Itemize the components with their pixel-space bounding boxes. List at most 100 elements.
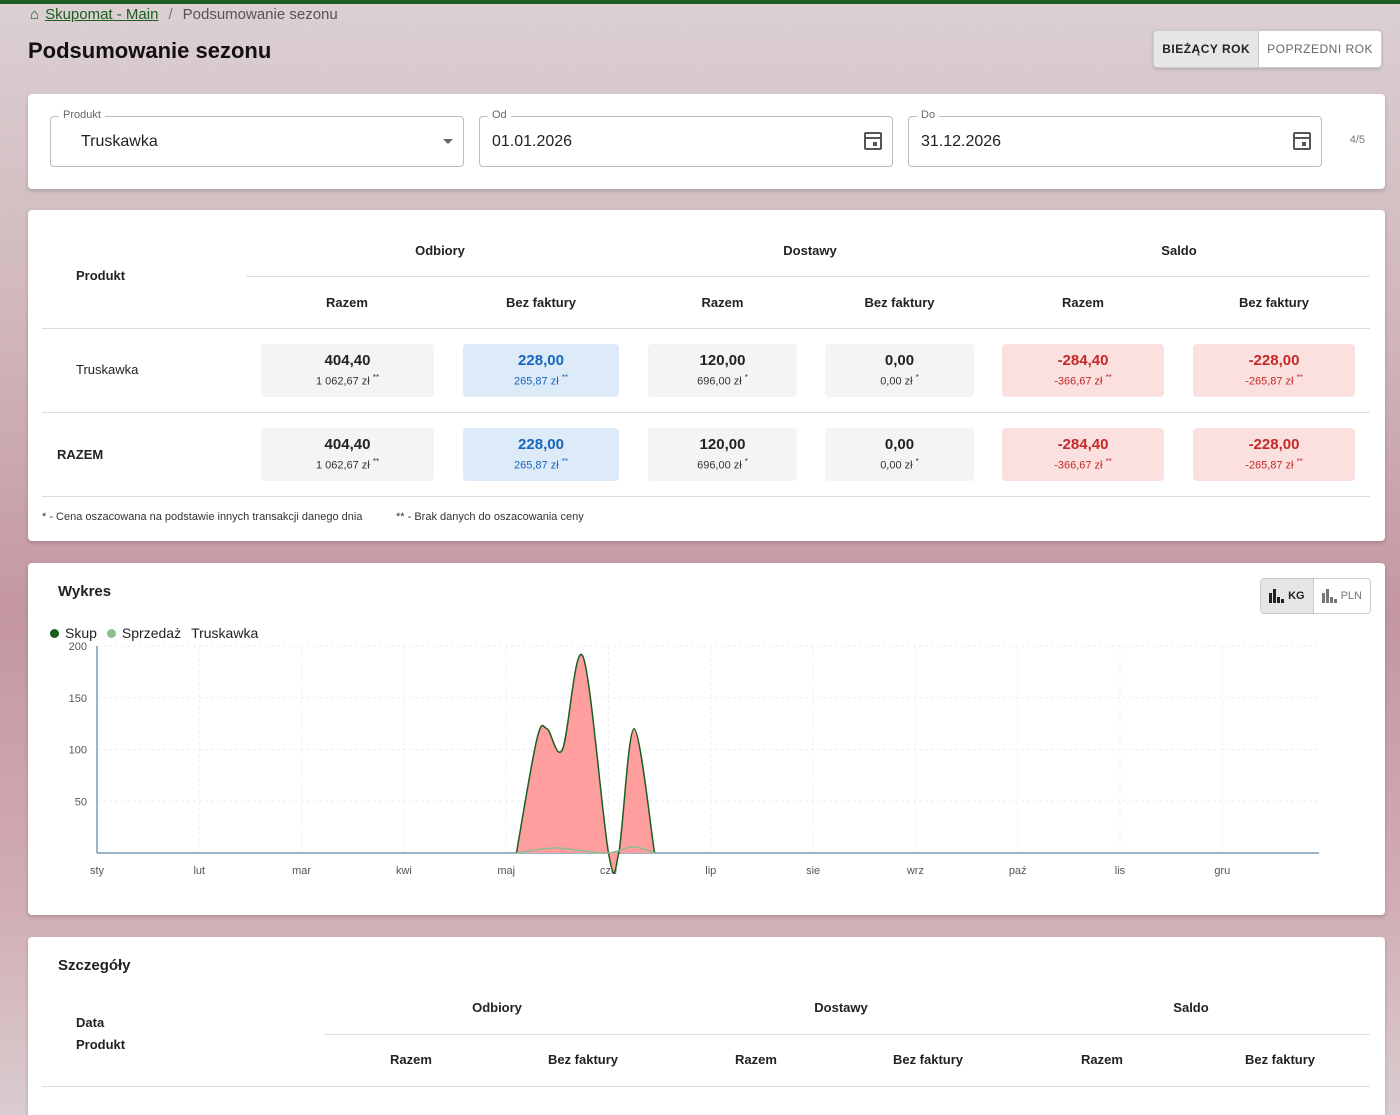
details-title: Szczegóły [58, 957, 131, 974]
summary-cell[interactable]: 120,00 696,00 zł * [648, 344, 797, 397]
date-from-field[interactable]: Od 01.01.2026 [479, 109, 893, 167]
row-product-label: Truskawka [76, 362, 139, 377]
home-icon[interactable]: ⌂ [30, 6, 39, 23]
breadcrumb: ⌂ Skupomat - Main / Podsumowanie sezonu [30, 6, 338, 23]
calendar-icon[interactable] [1293, 132, 1311, 150]
header-group-dostawy: Dostawy [783, 243, 837, 258]
breadcrumb-separator: / [168, 6, 173, 23]
chart-card: Wykres KG PLN Skup Sprzedaż Truskawka 50… [28, 563, 1385, 915]
cell-price: 265,87 zł ** [514, 373, 568, 388]
summary-card: Produkt Odbiory Dostawy Saldo Razem Bez … [28, 210, 1385, 541]
previous-year-button[interactable]: POPRZEDNI ROK [1259, 31, 1381, 67]
summary-cell[interactable]: 404,40 1 062,67 zł ** [261, 428, 434, 481]
cell-price: 696,00 zł * [697, 373, 748, 388]
y-tick-label: 100 [69, 745, 87, 757]
header-sub: Bez faktury [864, 295, 935, 310]
header-group-odbiory: Odbiory [415, 243, 465, 258]
header-sub: Razem [326, 295, 368, 310]
product-label: Produkt [59, 109, 105, 121]
date-to-field[interactable]: Do 31.12.2026 [908, 109, 1322, 167]
breadcrumb-current: Podsumowanie sezonu [182, 6, 338, 23]
date-from-label: Od [488, 109, 511, 121]
x-tick-label: kwi [396, 865, 412, 877]
row-divider [42, 412, 1370, 413]
cell-value: 120,00 [699, 352, 746, 369]
cell-price: 0,00 zł * [880, 373, 919, 388]
cell-price: 696,00 zł * [697, 457, 748, 472]
header-sub: Razem [1062, 295, 1104, 310]
x-tick-label: sie [806, 865, 820, 877]
cell-value: 404,40 [324, 352, 371, 369]
date-to-label: Do [917, 109, 940, 121]
chart-svg: 50100150200sty lut mar kwi maj cze lip sie wrz pa… [69, 641, 1319, 877]
top-accent-bar [0, 0, 1400, 4]
cell-price: 265,87 zł ** [514, 457, 568, 472]
summary-cell[interactable]: 0,00 0,00 zł * [825, 344, 974, 397]
chevron-down-icon[interactable] [443, 139, 453, 144]
product-select[interactable]: Produkt Truskawka [50, 109, 464, 167]
summary-cell[interactable]: -284,40 -366,67 zł ** [1002, 344, 1164, 397]
breadcrumb-home-link[interactable]: Skupomat - Main [45, 6, 158, 23]
cell-value: -284,40 [1057, 436, 1109, 453]
x-tick-label: sty [90, 865, 105, 877]
date-from-value: 01.01.2026 [492, 133, 573, 150]
page-title: Podsumowanie sezonu [28, 38, 272, 63]
y-tick-label: 150 [69, 693, 87, 705]
details-header-sub: Razem [1081, 1052, 1123, 1067]
calendar-icon[interactable] [864, 132, 882, 150]
details-header-sub: Razem [390, 1052, 432, 1067]
y-tick-label: 50 [75, 796, 87, 808]
summary-cell[interactable]: 120,00 696,00 zł * [648, 428, 797, 481]
cell-value: 0,00 [884, 436, 915, 453]
details-header-sub: Bez faktury [1244, 1052, 1316, 1067]
product-value: Truskawka [81, 133, 158, 150]
summary-cell[interactable]: 404,40 1 062,67 zł ** [261, 344, 434, 397]
details-header-group-odbiory: Odbiory [472, 1000, 522, 1015]
x-tick-label: wrz [906, 865, 924, 877]
details-header-sub: Bez faktury [892, 1052, 964, 1067]
year-toggle: BIEŻĄCY ROK POPRZEDNI ROK [1153, 30, 1382, 68]
header-divider [246, 276, 1370, 277]
header-sub: Bez faktury [505, 295, 577, 310]
cell-price: 1 062,67 zł ** [315, 373, 380, 388]
summary-cell[interactable]: -228,00 -265,87 zł ** [1193, 428, 1355, 481]
cell-price: 1 062,67 zł ** [315, 457, 380, 472]
cell-value: -228,00 [1248, 436, 1300, 453]
summary-cell[interactable]: 0,00 0,00 zł * [825, 428, 974, 481]
details-header-group-saldo: Saldo [1173, 1000, 1209, 1015]
x-tick-label: paź [1009, 865, 1027, 877]
details-header-product: Produkt [76, 1037, 126, 1052]
y-tick-label: 200 [69, 641, 87, 653]
header-group-saldo: Saldo [1161, 243, 1197, 258]
header-sub: Razem [701, 295, 744, 310]
details-header-date: Data [76, 1015, 105, 1030]
x-tick-label: maj [497, 865, 515, 877]
x-tick-label: mar [292, 865, 311, 877]
cell-value: 228,00 [518, 352, 564, 369]
cell-price: 0,00 zł * [880, 457, 919, 472]
header-sub: Bez faktury [1238, 295, 1310, 310]
cell-value: 120,00 [699, 436, 746, 453]
cell-value: 228,00 [518, 436, 564, 453]
details-header-bottom-divider [42, 1086, 1370, 1087]
details-header-sub: Razem [735, 1052, 777, 1067]
details-card: Szczegóły Data Produkt Odbiory Dostawy S… [28, 937, 1385, 1115]
summary-cell[interactable]: -228,00 -265,87 zł ** [1193, 344, 1355, 397]
x-tick-label: lip [705, 865, 716, 877]
row-divider [42, 496, 1370, 497]
summary-cell[interactable]: 228,00 265,87 zł ** [463, 428, 619, 481]
x-tick-label: lis [1115, 865, 1126, 877]
header-bottom-divider [42, 328, 1370, 329]
cell-value: -284,40 [1057, 352, 1109, 369]
details-header-sub: Bez faktury [547, 1052, 619, 1067]
row-total-label: RAZEM [57, 447, 104, 462]
current-year-button[interactable]: BIEŻĄCY ROK [1154, 31, 1260, 67]
date-to-value: 31.12.2026 [921, 133, 1002, 150]
cell-value: -228,00 [1248, 352, 1300, 369]
summary-cell[interactable]: -284,40 -366,67 zł ** [1002, 428, 1164, 481]
x-tick-label: gru [1214, 865, 1230, 877]
cell-price: -265,87 zł ** [1245, 373, 1303, 388]
cell-price: -366,67 zł ** [1054, 373, 1112, 388]
header-product: Produkt [76, 268, 126, 283]
summary-cell[interactable]: 228,00 265,87 zł ** [463, 344, 619, 397]
